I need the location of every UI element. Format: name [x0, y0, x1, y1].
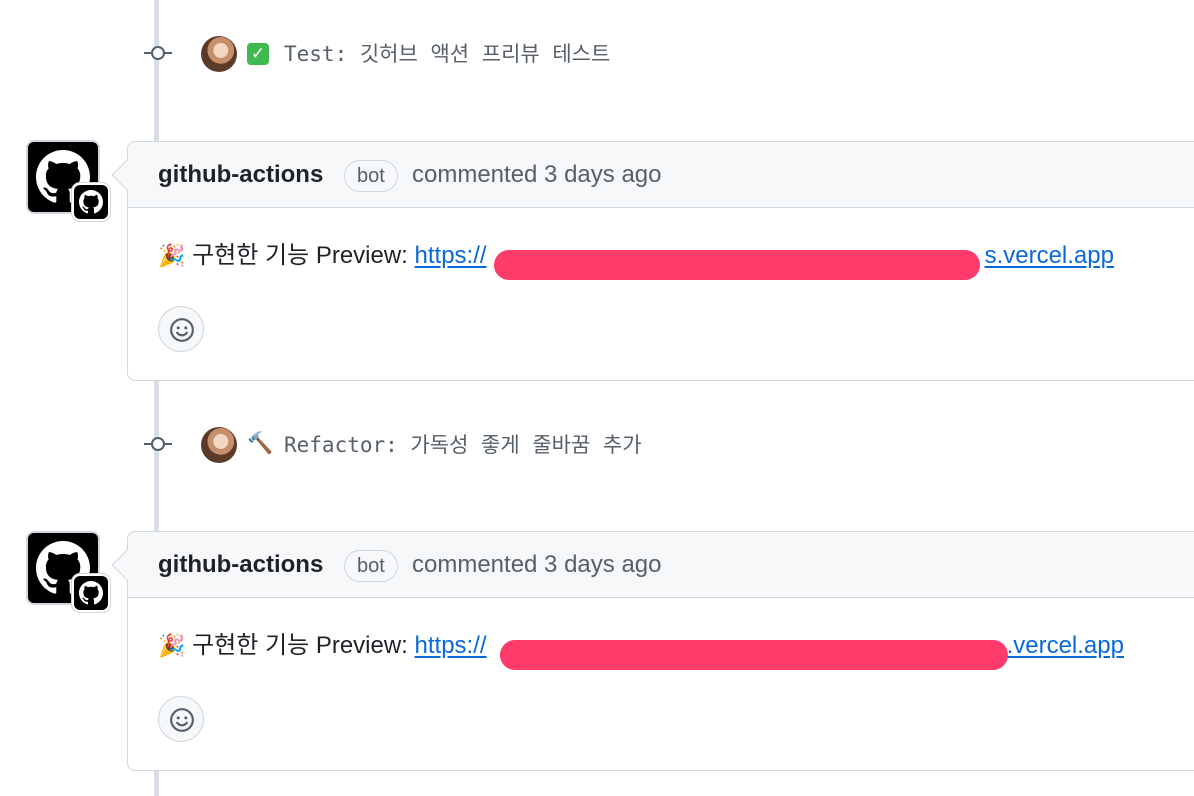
- author-link[interactable]: github-actions: [158, 551, 323, 579]
- commit-message-link[interactable]: Test: 깃허브 액션 프리뷰 테스트: [284, 42, 610, 66]
- github-logo-icon: [79, 190, 103, 214]
- smiley-icon: [170, 708, 194, 732]
- bot-badge-icon: [72, 183, 110, 221]
- preview-prefix: 구현한 기능 Preview:: [192, 632, 408, 659]
- avatar[interactable]: [201, 36, 237, 72]
- commit-message-link[interactable]: Refactor: 가독성 좋게 줄바꿈 추가: [284, 433, 642, 457]
- check-mark-icon: ✓: [247, 41, 269, 65]
- preview-prefix: 구현한 기능 Preview:: [192, 242, 408, 269]
- redaction-mark: [494, 250, 980, 280]
- comment-timestamp[interactable]: commented 3 days ago: [412, 551, 661, 579]
- git-commit-icon: [144, 45, 172, 61]
- commit-row: ✓ Test: 깃허브 액션 프리뷰 테스트: [0, 33, 1194, 73]
- bot-label: bot: [344, 550, 398, 582]
- avatar[interactable]: [201, 427, 237, 463]
- add-reaction-button[interactable]: [158, 306, 204, 352]
- comment-header: github-actions bot commented 3 days ago: [128, 142, 1194, 208]
- git-commit-icon: [144, 436, 172, 452]
- comment-card: github-actions bot commented 3 days ago …: [111, 141, 1194, 381]
- smiley-icon: [170, 318, 194, 342]
- redaction-mark: [500, 640, 1008, 670]
- comment-timestamp[interactable]: commented 3 days ago: [412, 161, 661, 189]
- author-link[interactable]: github-actions: [158, 161, 323, 189]
- bot-badge-icon: [72, 574, 110, 612]
- commit-row: 🔨 Refactor: 가독성 좋게 줄바꿈 추가: [0, 424, 1194, 464]
- party-popper-icon: 🎉: [158, 243, 186, 268]
- github-logo-icon: [79, 581, 103, 605]
- bot-label: bot: [344, 160, 398, 192]
- hammer-icon: 🔨: [247, 432, 274, 455]
- comment-header: github-actions bot commented 3 days ago: [128, 532, 1194, 598]
- add-reaction-button[interactable]: [158, 696, 204, 742]
- party-popper-icon: 🎉: [158, 633, 186, 658]
- comment-body: 🎉 구현한 기능 Preview: https://s.vercel.app: [128, 208, 1194, 380]
- comment-body: 🎉 구현한 기능 Preview: https://.vercel.app: [128, 598, 1194, 770]
- comment-card: github-actions bot commented 3 days ago …: [111, 531, 1194, 771]
